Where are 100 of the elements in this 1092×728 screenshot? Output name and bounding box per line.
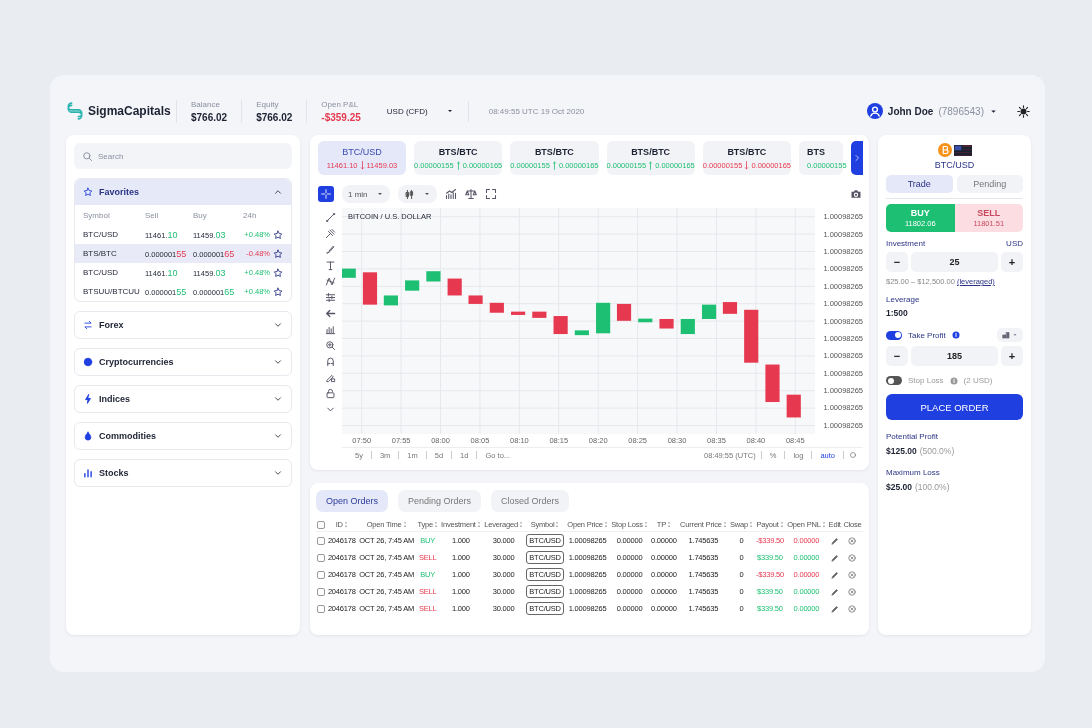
place-order-button[interactable]: PLACE ORDER bbox=[886, 394, 1023, 420]
toggle-label: Stop Loss bbox=[908, 376, 944, 385]
stat-value: $766.02 bbox=[191, 111, 228, 123]
line-tool-icon[interactable] bbox=[324, 212, 336, 223]
summary-label: Maximum Loss bbox=[886, 468, 941, 477]
pair-name: BTC/USD bbox=[933, 160, 976, 170]
select-all-checkbox[interactable] bbox=[317, 520, 326, 529]
avatar-icon[interactable] bbox=[866, 103, 883, 119]
chevron-down-icon bbox=[273, 394, 283, 404]
unit-dropdown[interactable] bbox=[997, 328, 1023, 342]
pitchfork-icon[interactable] bbox=[324, 228, 336, 239]
candle bbox=[596, 302, 611, 334]
section-header[interactable]: Commodities bbox=[75, 423, 291, 449]
candle bbox=[383, 295, 398, 306]
ticker-symbol: BTS/BTC bbox=[534, 146, 574, 157]
candle bbox=[532, 311, 547, 318]
increase-button[interactable]: + bbox=[1001, 252, 1023, 272]
row-checkbox[interactable] bbox=[317, 554, 326, 562]
fullscreen-icon[interactable] bbox=[484, 188, 497, 200]
magnet-icon[interactable] bbox=[324, 356, 336, 367]
close-icon[interactable] bbox=[848, 554, 857, 562]
decrease-button[interactable]: − bbox=[886, 252, 908, 272]
candle bbox=[702, 304, 717, 319]
close-icon[interactable] bbox=[848, 588, 857, 596]
sun-icon[interactable] bbox=[1017, 104, 1030, 118]
camera-icon[interactable] bbox=[849, 188, 863, 200]
currency-dropdown[interactable]: USD (CFD) bbox=[382, 100, 469, 122]
section-header[interactable]: Forex bbox=[75, 312, 291, 338]
stat-label: Open P&L bbox=[321, 99, 360, 109]
chevron-up-icon bbox=[273, 187, 283, 197]
toggle-note: (2 USD) bbox=[963, 376, 993, 385]
star-icon[interactable] bbox=[273, 286, 283, 297]
star-icon[interactable] bbox=[273, 229, 283, 240]
user-name[interactable]: John Doe bbox=[887, 105, 934, 117]
pattern-icon[interactable] bbox=[324, 276, 336, 287]
interval-dropdown[interactable]: 1 min bbox=[342, 185, 390, 203]
info-icon bbox=[951, 331, 960, 339]
section-header[interactable]: Favorites bbox=[75, 179, 291, 205]
section-header[interactable]: Indices bbox=[75, 386, 291, 412]
close-icon[interactable] bbox=[848, 537, 857, 545]
pencil-lock-icon[interactable] bbox=[324, 372, 336, 383]
indicators-icon[interactable] bbox=[444, 188, 457, 200]
orders-tab[interactable]: Pending Orders bbox=[398, 490, 482, 512]
scale-icon[interactable] bbox=[464, 188, 477, 200]
star-icon[interactable] bbox=[273, 267, 283, 278]
candle bbox=[426, 271, 441, 282]
symbol-name: BTC/USD bbox=[83, 230, 120, 239]
symbol-name: BTSUU/BTCUU bbox=[83, 287, 141, 296]
candle bbox=[489, 302, 504, 313]
candle bbox=[405, 280, 420, 291]
star-icon bbox=[83, 187, 93, 197]
row-checkbox[interactable] bbox=[317, 571, 326, 579]
row-checkbox[interactable] bbox=[317, 588, 326, 596]
stat-label: Balance bbox=[191, 99, 221, 109]
candle bbox=[659, 319, 674, 329]
arrow-left-icon[interactable] bbox=[324, 308, 336, 319]
lock-icon[interactable] bbox=[324, 388, 336, 399]
amount-field[interactable]: 25 bbox=[911, 252, 998, 272]
chevron-down-icon bbox=[273, 320, 283, 330]
lightning-icon bbox=[83, 394, 93, 404]
zoom-in-icon[interactable] bbox=[324, 340, 336, 351]
toggle-switch[interactable] bbox=[886, 330, 902, 340]
star-icon[interactable] bbox=[273, 248, 283, 259]
next-button[interactable] bbox=[851, 141, 863, 175]
crosshair-button[interactable] bbox=[318, 186, 334, 202]
candle bbox=[468, 295, 483, 304]
arrow-up-icon bbox=[648, 160, 654, 170]
orders-tab[interactable]: Closed Orders bbox=[491, 490, 570, 512]
brush-icon[interactable] bbox=[324, 244, 336, 255]
section-header[interactable]: Cryptocurrencies bbox=[75, 349, 291, 375]
account-number: (7896543) bbox=[938, 105, 984, 117]
candle bbox=[786, 394, 801, 418]
row-checkbox[interactable] bbox=[317, 537, 326, 545]
ruler-icon[interactable] bbox=[324, 292, 336, 303]
chart-bars-icon[interactable] bbox=[324, 324, 336, 335]
search-field[interactable]: Search bbox=[74, 143, 292, 169]
text-tool-icon[interactable] bbox=[324, 260, 336, 271]
trade-tab[interactable]: Trade bbox=[886, 175, 953, 193]
section-header[interactable]: Stocks bbox=[75, 460, 291, 486]
orders-tab[interactable]: Open Orders bbox=[316, 490, 389, 512]
row-checkbox[interactable] bbox=[317, 605, 326, 613]
close-icon[interactable] bbox=[848, 571, 857, 579]
arrow-up-icon bbox=[455, 160, 461, 170]
arrow-up-icon bbox=[551, 160, 557, 170]
amount-field[interactable]: 185 bbox=[911, 346, 998, 366]
trade-tab[interactable]: Pending bbox=[956, 175, 1023, 193]
currency-label: USD bbox=[1006, 239, 1023, 248]
symbol-name: BTS/BTC bbox=[83, 249, 118, 258]
chart-type-dropdown[interactable] bbox=[397, 185, 437, 203]
stat-value: -$359.25 bbox=[321, 111, 361, 123]
ticker-symbol: BTS bbox=[807, 146, 825, 157]
toggle-switch[interactable] bbox=[886, 376, 902, 385]
close-icon[interactable] bbox=[848, 605, 857, 613]
decrease-button[interactable]: − bbox=[886, 346, 908, 366]
coin-icon bbox=[83, 357, 93, 367]
logo-icon bbox=[66, 102, 84, 120]
column-header: Buy bbox=[193, 210, 208, 220]
ticker-symbol: BTS/BTC bbox=[727, 146, 767, 157]
candle bbox=[342, 268, 356, 278]
increase-button[interactable]: + bbox=[1001, 346, 1023, 366]
